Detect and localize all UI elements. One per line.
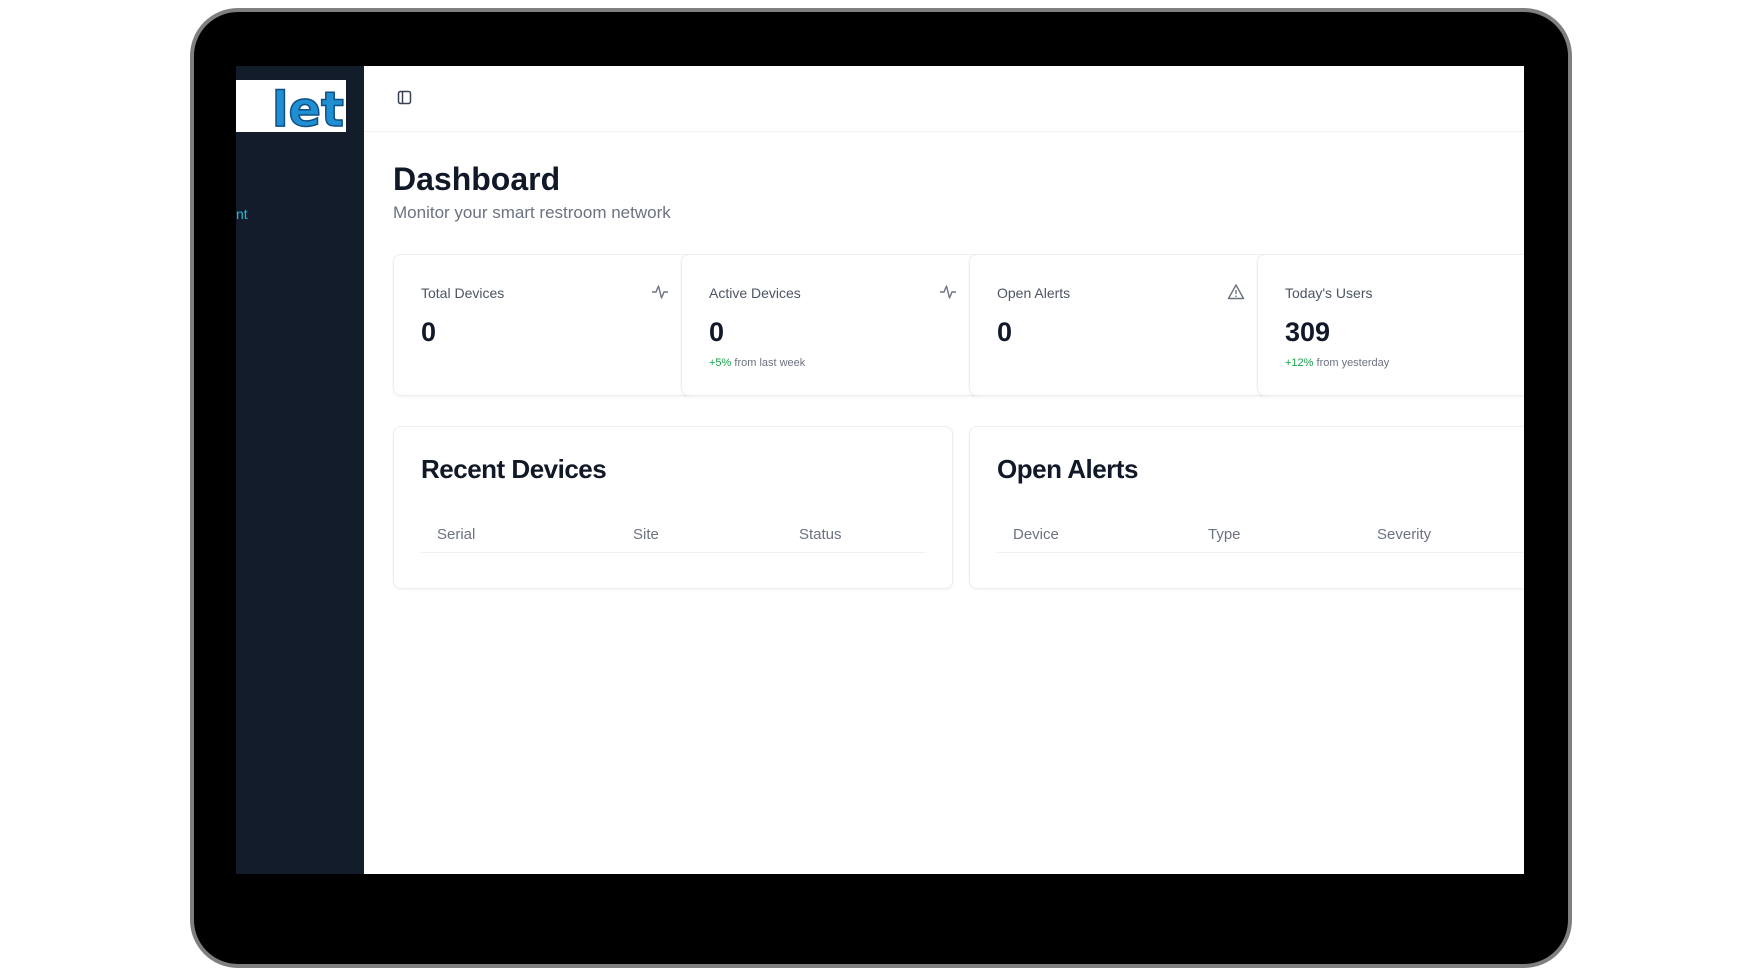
sidebar: let nt [236,66,364,874]
panel-title: Recent Devices [421,454,607,484]
logo-image: let [271,81,344,132]
stat-card-todays-users: Today's Users 309 +12% from yesterday [1257,254,1524,396]
column-header-type[interactable]: Type [1208,526,1241,543]
brand-logo[interactable]: let [236,80,346,132]
alert-triangle-icon [1227,284,1245,300]
main-content: Dashboard Monitor your smart restroom ne… [364,66,1524,874]
stat-change-period: from yesterday [1313,357,1390,369]
column-header-status[interactable]: Status [799,526,842,543]
open-alerts-panel: Open Alerts Device Type Severity [969,426,1524,589]
stat-value: 309 [1285,317,1331,347]
panel-title: Open Alerts [997,454,1138,484]
stat-label: Today's Users [1285,285,1373,301]
column-header-serial[interactable]: Serial [437,526,475,543]
table-header: Serial Site Status [421,512,925,553]
column-header-device[interactable]: Device [1013,526,1059,543]
activity-icon [652,285,668,299]
top-bar [364,66,1524,132]
stat-value: 0 [421,317,437,347]
stat-value: 0 [997,317,1013,347]
recent-devices-panel: Recent Devices Serial Site Status [393,426,953,589]
sidebar-item-active[interactable]: nt [236,206,248,222]
page-title: Dashboard [393,161,561,197]
column-header-severity[interactable]: Severity [1377,526,1431,543]
activity-icon [940,285,956,299]
stat-label: Active Devices [709,285,801,301]
svg-text:let: let [272,82,344,132]
app-screen: let nt Dashboard Monitor your smart rest… [236,66,1524,874]
stat-change-percent: +12% [1285,357,1314,369]
stat-card-total-devices: Total Devices 0 [393,254,696,396]
stat-change: +12% from yesterday [1285,357,1389,369]
stat-label: Open Alerts [997,285,1071,301]
stat-card-open-alerts: Open Alerts 0 [969,254,1272,396]
table-header: Device Type Severity [997,512,1524,553]
stat-change-percent: +5% [709,357,732,369]
column-header-site[interactable]: Site [633,526,659,543]
stat-change-period: from last week [731,357,806,369]
page-subtitle: Monitor your smart restroom network [393,203,671,222]
stat-change: +5% from last week [709,357,805,369]
sidebar-toggle-button[interactable] [397,90,412,105]
stat-value: 0 [709,317,725,347]
stat-card-active-devices: Active Devices 0 +5% from last week [681,254,984,396]
sidebar-toggle-icon [397,90,412,105]
stat-label: Total Devices [421,285,505,301]
